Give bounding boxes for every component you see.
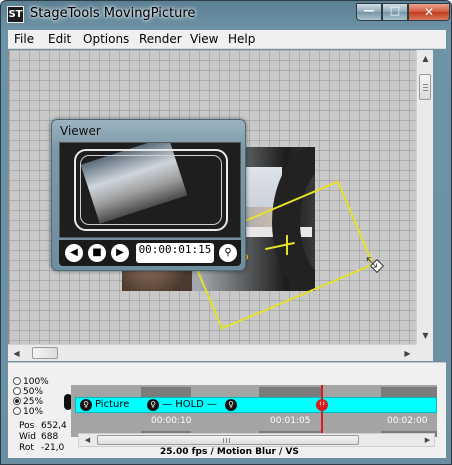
vertical-grip (423, 84, 428, 92)
zoom-option-50[interactable]: 50% (13, 387, 43, 397)
viewer-timecode[interactable]: 00:00:01:15 (136, 243, 214, 263)
hold-connector: — HOLD — (162, 399, 218, 410)
radio-100[interactable] (13, 377, 21, 385)
resize-cursor-icon: ⤡ (366, 255, 378, 271)
pos-label: Pos (19, 421, 35, 431)
canvas-vertical-scrollbar[interactable]: ▲ ▼ (416, 50, 433, 344)
menu-bar: File Edit Options Render View Help (8, 30, 446, 49)
keyframe-icon[interactable]: ⚲ (219, 244, 237, 262)
zoom-label-100: 100% (23, 377, 49, 387)
window-title: StageTools MovingPicture (30, 6, 196, 21)
playhead[interactable] (321, 385, 323, 437)
stop-icon[interactable]: ■ (88, 244, 106, 262)
horizontal-scroll-thumb[interactable] (32, 347, 58, 359)
timeline-scroll-thumb[interactable] (97, 435, 359, 445)
zoom-option-25[interactable]: 25% (13, 397, 43, 407)
keyframe-marker-icon[interactable]: ♀ (147, 399, 159, 411)
pivot-crosshair-v (286, 235, 288, 255)
scroll-right-arrow-icon[interactable]: ▶ (399, 345, 416, 362)
zoom-option-100[interactable]: 100% (13, 377, 49, 387)
timeline-scrollbar[interactable]: ◀ ▶ (78, 433, 435, 447)
picture-track[interactable]: ♀ Picture ♀ — HOLD — ♀ ♀ (75, 397, 437, 413)
info-rot: Rot -21,0 (19, 443, 64, 453)
viewer-safe-frame-inner (80, 155, 222, 225)
next-frame-icon[interactable]: ▶ (111, 244, 129, 262)
stage-canvas[interactable]: ⤡ Viewer ◀ ■ ▶ 00:00:01:15 ⚲ (8, 50, 416, 344)
menu-options[interactable]: Options (83, 32, 129, 46)
scroll-up-arrow-icon[interactable]: ▲ (417, 50, 434, 67)
scroll-corner (416, 344, 433, 361)
menu-view[interactable]: View (190, 32, 218, 46)
maximize-button[interactable]: □ (382, 3, 408, 21)
menu-file[interactable]: File (14, 32, 34, 46)
timeline-grip (223, 438, 231, 443)
radio-50[interactable] (13, 387, 21, 395)
keyframe-marker-icon[interactable]: ♀ (225, 399, 237, 411)
scroll-down-arrow-icon[interactable]: ▼ (417, 327, 434, 344)
zoom-label-25: 25% (23, 397, 44, 407)
timeline-segment (381, 387, 437, 397)
timeline-panel: 100% 50% 25% 10% Pos 652,4 Wid 688 Rot -21,… (8, 362, 446, 458)
info-pos: Pos 652,4 (19, 421, 67, 431)
pos-value: 652,4 (41, 421, 67, 431)
minimize-button[interactable]: — (356, 3, 382, 21)
viewer-preview (59, 142, 241, 238)
menu-help[interactable]: Help (228, 32, 255, 46)
timeline-segment (141, 387, 191, 397)
status-bar: 25.00 fps / Motion Blur / VS (160, 447, 299, 457)
canvas-horizontal-scrollbar[interactable]: ◀ ▶ (8, 344, 416, 361)
keyframe-marker-icon[interactable]: ♀ (80, 399, 92, 411)
zoom-option-10[interactable]: 10% (13, 407, 43, 417)
main-window: ST StageTools MovingPicture — □ ✕ File E… (0, 0, 452, 465)
wid-value: 688 (41, 432, 59, 442)
timeline-scroll-right-icon[interactable]: ▶ (419, 432, 436, 449)
viewer-controls: ◀ ■ ▶ 00:00:01:15 ⚲ (59, 240, 241, 266)
timeline-segment (259, 387, 321, 397)
radio-10[interactable] (13, 407, 21, 415)
info-wid: Wid 688 (19, 432, 58, 442)
menu-edit[interactable]: Edit (48, 32, 71, 46)
radio-25[interactable] (13, 397, 21, 405)
track-name: Picture (95, 399, 130, 410)
rot-value: -21,0 (41, 443, 65, 453)
viewer-window[interactable]: Viewer ◀ ■ ▶ 00:00:01:15 ⚲ (51, 119, 246, 271)
menu-render[interactable]: Render (139, 32, 182, 46)
timeline-track-area[interactable]: ♀ Picture ♀ — HOLD — ♀ ♀ 00:00:10 00:01:… (71, 385, 437, 437)
rot-label: Rot (19, 443, 34, 453)
zoom-label-50: 50% (23, 387, 44, 397)
wid-label: Wid (19, 432, 36, 442)
close-button[interactable]: ✕ (408, 3, 450, 21)
time-tick: 00:01:05 (270, 416, 311, 426)
app-icon[interactable]: ST (7, 6, 24, 23)
title-bar[interactable]: ST StageTools MovingPicture — □ ✕ (1, 1, 451, 29)
time-tick: 00:00:10 (151, 416, 192, 426)
viewer-title: Viewer (60, 124, 101, 138)
timeline-scroll-left-icon[interactable]: ◀ (79, 432, 96, 449)
hold-label: HOLD (175, 399, 204, 410)
prev-frame-icon[interactable]: ◀ (65, 244, 83, 262)
time-tick: 00:02:00 (387, 416, 428, 426)
vertical-scroll-thumb[interactable] (419, 74, 431, 100)
zoom-label-10: 10% (23, 407, 44, 417)
scroll-left-arrow-icon[interactable]: ◀ (8, 345, 25, 362)
